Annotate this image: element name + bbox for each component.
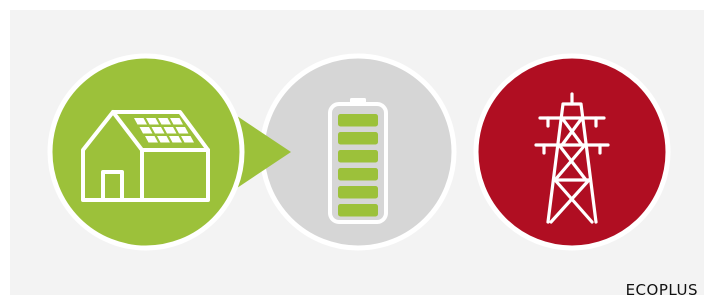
- battery-cell: [338, 114, 378, 127]
- battery-cell: [338, 204, 378, 217]
- energy-flow-illustration: [47, 53, 671, 251]
- battery-cell: [338, 132, 378, 145]
- battery-cell: [338, 186, 378, 199]
- brand-label: ECOPLUS: [625, 281, 698, 299]
- battery-cell: [338, 168, 378, 181]
- battery-cell: [338, 150, 378, 163]
- house-circle: [47, 53, 291, 251]
- grid-circle: [473, 53, 671, 251]
